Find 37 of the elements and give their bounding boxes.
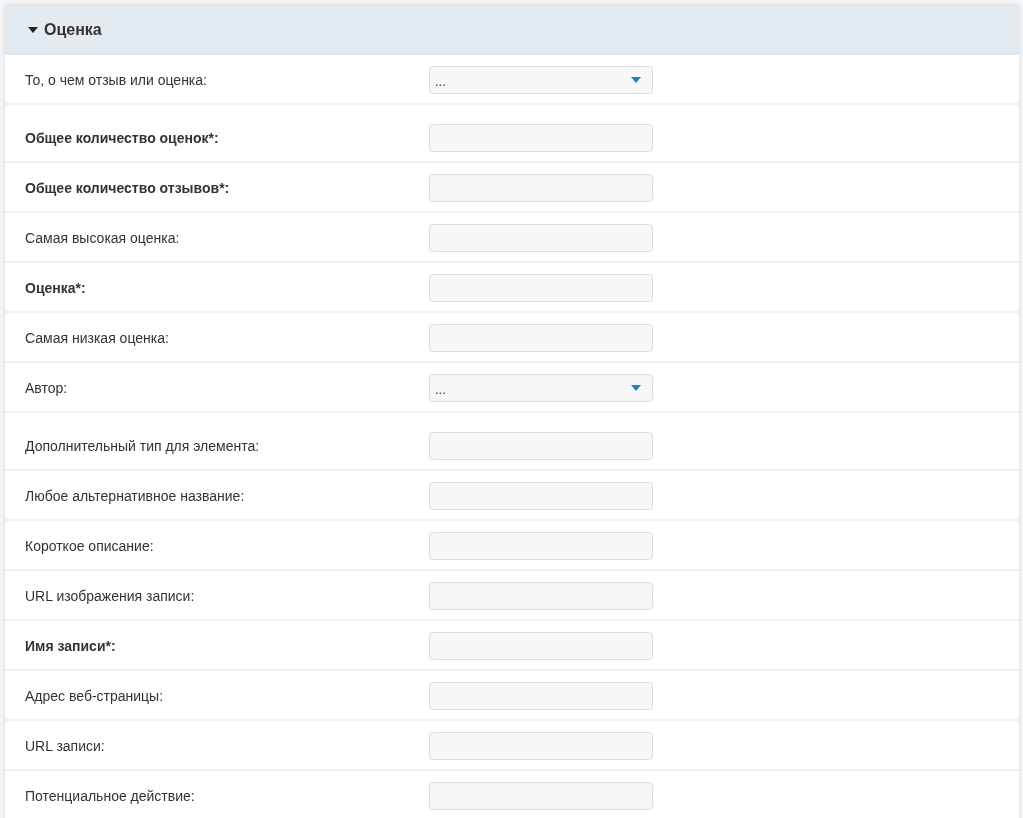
field-label: Общее количество оценок*: (25, 130, 220, 146)
field-label: Короткое описание: (25, 538, 155, 554)
input-field[interactable] (429, 732, 653, 760)
input-field[interactable] (429, 632, 653, 660)
field-label: То, о чем отзыв или оценка: (25, 72, 208, 88)
input-field[interactable] (429, 482, 653, 510)
input-field[interactable] (429, 682, 653, 710)
input-field[interactable] (429, 174, 653, 202)
field-label: URL изображения записи: (25, 588, 196, 604)
caret-icon (631, 77, 641, 83)
field-label: Имя записи*: (25, 638, 117, 654)
dropdown-value: ... (435, 382, 446, 397)
input-field[interactable] (429, 124, 653, 152)
caret-icon (631, 385, 641, 391)
field-label: Автор: (25, 380, 69, 396)
input-field[interactable] (429, 324, 653, 352)
section-header[interactable]: Оценка (5, 5, 1019, 55)
input-field[interactable] (429, 432, 653, 460)
dropdown-value: ... (435, 74, 446, 89)
field-label: Дополнительный тип для элемента: (25, 438, 261, 454)
dropdown[interactable]: ... (429, 66, 653, 94)
input-field[interactable] (429, 582, 653, 610)
caret-icon (28, 27, 38, 33)
field-label: Адрес веб-страницы: (25, 688, 165, 704)
input-field[interactable] (429, 274, 653, 302)
input-field[interactable] (429, 532, 653, 560)
input-field[interactable] (429, 224, 653, 252)
field-label: Оценка*: (25, 280, 87, 296)
field-label: Любое альтернативное название: (25, 488, 246, 504)
field-label: Общее количество отзывов*: (25, 180, 231, 196)
input-field[interactable] (429, 782, 653, 810)
section-title: Оценка (44, 21, 102, 39)
dropdown[interactable]: ... (429, 374, 653, 402)
field-label: Самая высокая оценка: (25, 230, 181, 246)
field-label: Потенциальное действие: (25, 788, 196, 804)
field-label: Самая низкая оценка: (25, 330, 170, 346)
field-label: URL записи: (25, 738, 106, 754)
